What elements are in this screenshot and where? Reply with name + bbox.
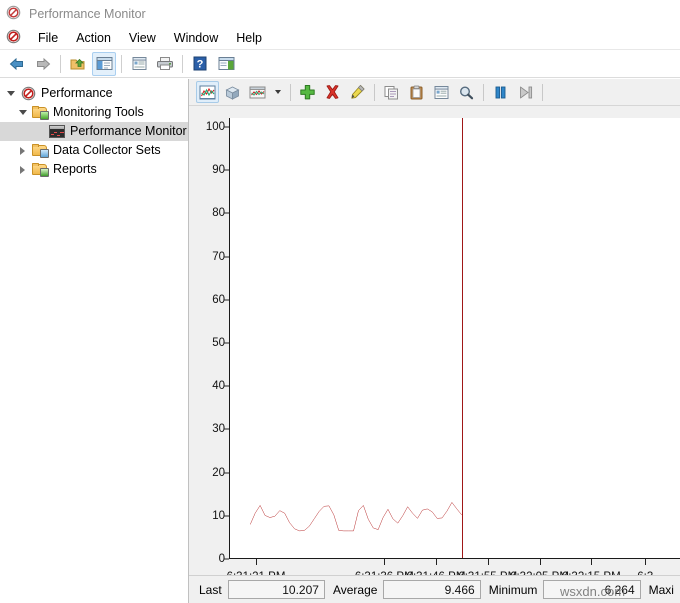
menu-item-window[interactable]: Window: [165, 29, 227, 47]
prohibition-icon[interactable]: [6, 29, 21, 47]
folder-green-icon: [31, 105, 49, 121]
chevron-down-icon[interactable]: [2, 85, 19, 102]
show-console-tree-button[interactable]: [92, 52, 116, 76]
maximum-label: Maxi: [649, 583, 674, 597]
minimum-label: Minimum: [489, 583, 538, 597]
highlight-button[interactable]: [346, 81, 369, 103]
chart-toolbar: [189, 79, 680, 106]
zoom-button[interactable]: [455, 81, 478, 103]
y-axis: 0102030405060708090100: [189, 106, 229, 603]
perfmon-chart-icon: [48, 124, 66, 140]
change-graph-type-button[interactable]: [246, 81, 269, 103]
tree-spacer: [31, 123, 48, 140]
folder-green2-icon: [31, 162, 49, 178]
tree-node-label: Performance Monitor: [70, 122, 187, 141]
tree-node-label: Monitoring Tools: [53, 103, 144, 122]
update-data-button[interactable]: [514, 81, 537, 103]
paste-counter-list-button[interactable]: [405, 81, 428, 103]
tree-node-label: Reports: [53, 160, 97, 179]
last-value: 10.207: [228, 580, 325, 599]
minimum-value: 6.264: [543, 580, 640, 599]
menu-item-file[interactable]: File: [29, 29, 67, 47]
x-axis-tick-mark: [540, 559, 541, 565]
x-axis-line: [229, 558, 680, 559]
chart-toolbar-separator: [542, 84, 543, 101]
chart-toolbar-separator: [483, 84, 484, 101]
view-3d-button[interactable]: [221, 81, 244, 103]
main-body: Performance Monitoring Tools: [0, 79, 680, 603]
chevron-down-icon: [275, 90, 281, 94]
last-label: Last: [199, 583, 222, 597]
toolbar-separator: [182, 55, 183, 73]
properties-button[interactable]: [430, 81, 453, 103]
tree-node-label: Performance: [41, 84, 113, 103]
graph-canvas[interactable]: [229, 118, 680, 559]
view-graph-button[interactable]: [196, 81, 219, 103]
chart-panel: 0102030405060708090100 6:31:21 PM6:31:36…: [188, 79, 680, 603]
tree-node-label: Data Collector Sets: [53, 141, 161, 160]
freeze-display-button[interactable]: [489, 81, 512, 103]
x-axis-tick-mark: [384, 559, 385, 565]
folder-blue-icon: [31, 143, 49, 159]
up-one-level-button[interactable]: [66, 52, 90, 76]
tree-node-reports[interactable]: Reports: [0, 160, 188, 179]
main-toolbar: ?: [0, 50, 680, 78]
menu-item-help[interactable]: Help: [227, 29, 271, 47]
prohibition-icon: [6, 5, 21, 23]
x-axis-tick-mark: [591, 559, 592, 565]
x-axis-tick-mark: [256, 559, 257, 565]
svg-text:?: ?: [197, 59, 204, 71]
tree-node-data-collector-sets[interactable]: Data Collector Sets: [0, 141, 188, 160]
tree-node-performance[interactable]: Performance: [0, 84, 188, 103]
show-action-pane-button[interactable]: [214, 52, 238, 76]
chart-toolbar-separator: [374, 84, 375, 101]
forward-button[interactable]: [31, 52, 55, 76]
y-axis-tick-label: 100: [206, 121, 225, 133]
help-button[interactable]: ?: [188, 52, 212, 76]
chevron-right-icon[interactable]: [14, 142, 31, 159]
menu-item-view[interactable]: View: [120, 29, 165, 47]
copy-properties-button[interactable]: [380, 81, 403, 103]
menu-item-action[interactable]: Action: [67, 29, 120, 47]
average-value: 9.466: [383, 580, 480, 599]
prohibition-icon: [19, 86, 37, 102]
toolbar-separator: [121, 55, 122, 73]
back-button[interactable]: [5, 52, 29, 76]
chevron-right-icon[interactable]: [14, 161, 31, 178]
properties-button[interactable]: [127, 52, 151, 76]
x-axis-tick-mark: [488, 559, 489, 565]
x-axis-tick-mark: [436, 559, 437, 565]
delete-counter-button[interactable]: [321, 81, 344, 103]
time-cursor-line: [462, 118, 463, 559]
average-label: Average: [333, 583, 377, 597]
title-bar: Performance Monitor: [0, 0, 680, 27]
tree-node-performance-monitor[interactable]: Performance Monitor: [0, 122, 188, 141]
graph-type-dropdown[interactable]: [271, 81, 285, 103]
performance-monitor-window: Performance Monitor File Action View Win…: [0, 0, 680, 603]
x-axis-tick-mark: [645, 559, 646, 565]
value-bar: Last 10.207 Average 9.466 Minimum 6.264 …: [189, 575, 680, 603]
print-button[interactable]: [153, 52, 177, 76]
chevron-down-icon[interactable]: [14, 104, 31, 121]
tree-node-monitoring-tools[interactable]: Monitoring Tools: [0, 103, 188, 122]
plot-area[interactable]: 0102030405060708090100 6:31:21 PM6:31:36…: [189, 106, 680, 603]
console-tree-panel: Performance Monitoring Tools: [0, 79, 188, 603]
series-line: [230, 118, 680, 559]
add-counter-button[interactable]: [296, 81, 319, 103]
menu-bar: File Action View Window Help: [0, 27, 680, 50]
chart-toolbar-separator: [290, 84, 291, 101]
toolbar-separator: [60, 55, 61, 73]
window-title: Performance Monitor: [29, 7, 146, 21]
